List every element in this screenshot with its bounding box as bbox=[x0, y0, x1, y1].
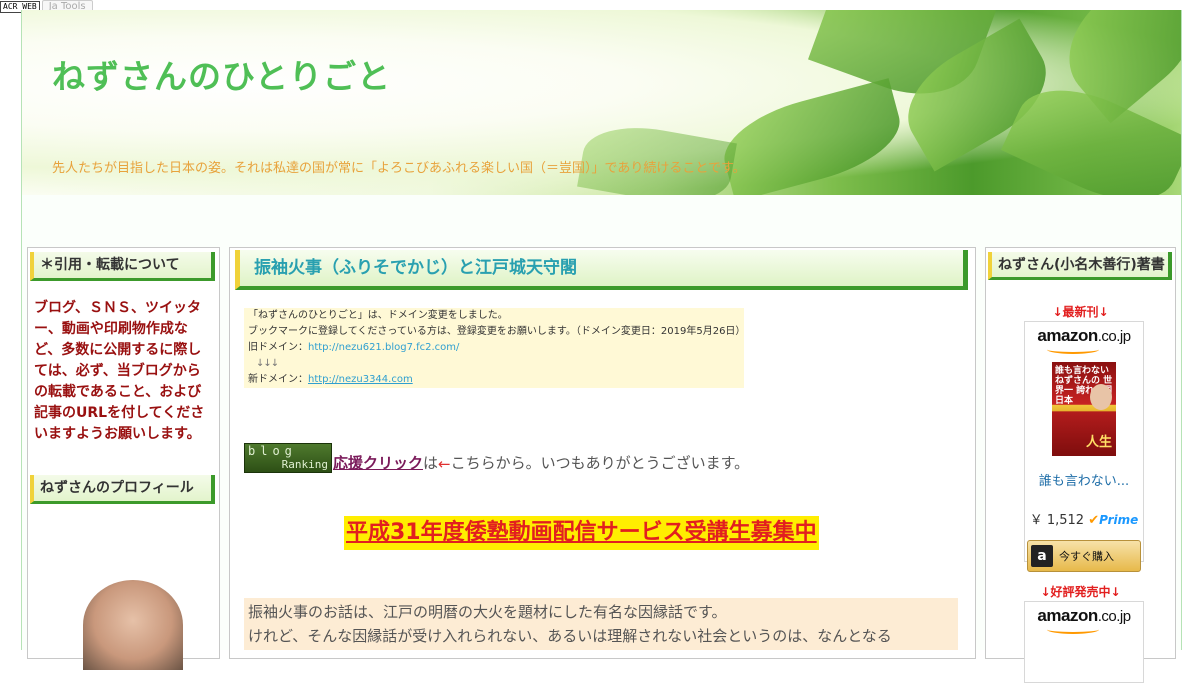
price-row: ￥ 1,512 ✔Prime bbox=[1025, 509, 1143, 528]
page-container: ねずさんのひとりごと 先人たちが目指した日本の姿。それは私達の国が常に「よろこび… bbox=[21, 10, 1182, 683]
site-header: ねずさんのひとりごと 先人たちが目指した日本の姿。それは私達の国が常に「よろこび… bbox=[22, 10, 1181, 195]
blog-ranking-badge[interactable]: blog Ranking bbox=[244, 443, 332, 473]
amazon-logo: amazon.co.jp bbox=[1025, 322, 1143, 346]
new-domain-label: 新ドメイン： bbox=[248, 374, 308, 385]
amazon-smile-icon bbox=[1047, 345, 1099, 354]
buy-now-button[interactable]: a 今すぐ購入 bbox=[1027, 540, 1141, 572]
leaf-decoration-3 bbox=[714, 78, 910, 195]
support-click-link[interactable]: 応援クリック bbox=[333, 452, 423, 473]
new-domain-link[interactable]: http://nezu3344.com bbox=[308, 374, 413, 385]
header-spacer bbox=[22, 195, 1181, 235]
old-domain-link[interactable]: http://nezu621.blog7.fc2.com/ bbox=[308, 342, 459, 353]
site-description: 先人たちが目指した日本の姿。それは私達の国が常に「よろこびあふれる楽しい国（＝豈… bbox=[52, 161, 746, 176]
buy-now-label: 今すぐ購入 bbox=[1059, 550, 1114, 563]
left-arrow-icon: ← bbox=[438, 455, 451, 473]
old-domain-row: 旧ドメイン：http://nezu621.blog7.fc2.com/ bbox=[248, 340, 744, 356]
amazon-logo-tld-2: .co.jp bbox=[1097, 608, 1131, 625]
entry-body-line2: けれど、そんな因縁話が受け入れられない、あるいは理解されない社会というのは、なん… bbox=[248, 627, 892, 645]
entry-body: 振袖火事のお話は、江戸の明暦の大火を題材にした有名な因縁話です。 けれど、そんな… bbox=[244, 598, 958, 650]
right-sidebar: ねずさん(小名木善行)著書 ↓最新刊↓ amazon.co.jp 誰も言わない … bbox=[985, 247, 1176, 683]
reprint-notice-text: ブログ、ＳＮＳ、ツイッター、動画や印刷物作成など、多数に公開するに際しては、必ず… bbox=[34, 300, 205, 442]
profile-box-title: ねずさんのプロフィール bbox=[30, 475, 215, 504]
book-cover-image[interactable]: 誰も言わない ねずさんの 世界一 誇れる国 日本 人生 bbox=[1052, 362, 1116, 456]
amazon-a-icon: a bbox=[1031, 545, 1053, 567]
video-service-banner-link[interactable]: 平成31年度倭塾動画配信サービス受講生募集中 bbox=[344, 516, 819, 550]
old-domain-label: 旧ドメイン： bbox=[248, 342, 308, 353]
amazon-logo-text-2: amazon bbox=[1037, 606, 1098, 625]
ranking-ha: は bbox=[423, 454, 439, 472]
down-arrows: ↓↓↓ bbox=[256, 358, 279, 369]
prime-check-icon: ✔ bbox=[1088, 513, 1100, 528]
amazon-book-card[interactable]: amazon.co.jp 誰も言わない ねずさんの 世界一 誇れる国 日本 人生… bbox=[1024, 321, 1144, 572]
amazon-book-card-2[interactable]: amazon.co.jp bbox=[1024, 601, 1144, 683]
leaf-decoration-6 bbox=[577, 117, 737, 195]
book-price: ￥ 1,512 bbox=[1029, 513, 1085, 528]
bestseller-label: ↓好評発売中↓ bbox=[1040, 585, 1121, 599]
main-content: 振袖火事（ふりそでかじ）と江戸城天守閣 「ねずさんのひとりごと」は、ドメイン変更… bbox=[229, 247, 976, 659]
entry-title[interactable]: 振袖火事（ふりそでかじ）と江戸城天守閣 bbox=[235, 250, 968, 290]
ranking-row: blog Ranking 応援クリック は ← こちらから。いつもありがとうござ… bbox=[244, 441, 749, 473]
domain-notice-line2: ブックマークに登録してくださっている方は、登録変更をお願いします。（ドメイン変更… bbox=[248, 326, 746, 337]
ranking-thanks-text: こちらから。いつもありがとうございます。 bbox=[450, 454, 750, 472]
amazon-logo-tld: .co.jp bbox=[1097, 328, 1131, 345]
blog-ranking-badge-top: blog bbox=[248, 444, 297, 458]
domain-notice-line1: 「ねずさんのひとりごと」は、ドメイン変更をしました。 bbox=[248, 310, 508, 321]
profile-avatar bbox=[83, 580, 183, 670]
books-box-title: ねずさん(小名木善行)著書 bbox=[988, 252, 1172, 280]
prime-badge: Prime bbox=[1099, 513, 1139, 527]
entry-body-line1: 振袖火事のお話は、江戸の明暦の大火を題材にした有名な因縁話です。 bbox=[248, 603, 727, 621]
author-face-image bbox=[1090, 384, 1112, 410]
new-domain-row: 新ドメイン：http://nezu3344.com bbox=[248, 372, 744, 388]
latest-book-label: ↓最新刊↓ bbox=[1052, 305, 1109, 319]
amazon-logo-text: amazon bbox=[1037, 326, 1098, 345]
blog-ranking-badge-bottom: Ranking bbox=[281, 458, 328, 471]
book-title-link[interactable]: 誰も言わない... bbox=[1025, 470, 1143, 489]
domain-change-notice: 「ねずさんのひとりごと」は、ドメイン変更をしました。 ブックマークに登録してくだ… bbox=[244, 308, 746, 388]
book-cover-subtitle: 人生 bbox=[1085, 435, 1112, 450]
notice-box-title: ＊引用・転載について bbox=[30, 252, 215, 281]
amazon-logo-2: amazon.co.jp bbox=[1025, 602, 1143, 626]
site-title[interactable]: ねずさんのひとりごと bbox=[52, 50, 391, 98]
left-sidebar: ＊引用・転載について ブログ、ＳＮＳ、ツイッター、動画や印刷物作成など、多数に公… bbox=[27, 247, 220, 670]
